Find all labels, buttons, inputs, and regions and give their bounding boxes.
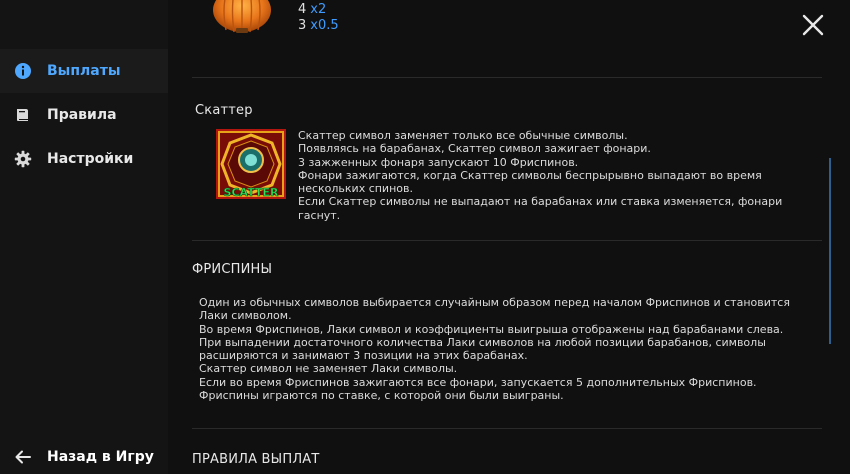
scatter-description: Скаттер символ заменяет только все обычн… (298, 129, 823, 222)
sidebar: Выплаты Правила Настройки Назад в Игру (0, 0, 168, 474)
text-line: 3 зажженных фонаря запускают 10 Фриспино… (298, 155, 579, 169)
scrollbar[interactable] (829, 158, 831, 344)
back-to-game-button[interactable]: Назад в Игру (0, 440, 168, 474)
divider (192, 77, 822, 78)
text-line: Во время Фриспинов, Лаки символ и коэффи… (199, 322, 784, 336)
scatter-symbol-image: SCATTER (216, 129, 286, 199)
scatter-title: Скаттер (195, 103, 253, 118)
divider (192, 240, 822, 241)
sidebar-item-label: Выплаты (47, 63, 121, 79)
text-line: Фонари зажигаются, когда Скаттер символы… (298, 168, 762, 196)
book-icon (14, 106, 32, 124)
gear-icon (14, 150, 32, 168)
text-line: При выпадении достаточного количества Ла… (199, 335, 766, 363)
payout-row: 4 x2 (298, 2, 326, 17)
paytable-content[interactable]: 4 x2 3 x0.5 Скаттер SCATTER Скаттер символ… (168, 0, 850, 474)
back-to-game-label: Назад в Игру (47, 449, 154, 465)
sidebar-item-rules[interactable]: Правила (0, 93, 168, 137)
payrules-title: ПРАВИЛА ВЫПЛАТ (192, 452, 320, 467)
text-line: Скаттер символ не заменяет Лаки символы. (199, 362, 458, 376)
payout-count: 4 (298, 2, 307, 17)
text-line: Скаттер символ заменяет только все обычн… (298, 129, 628, 142)
freespins-description: Один из обычных символов выбирается случ… (199, 296, 821, 402)
text-line: Если Скаттер символы не выпадают на бара… (298, 195, 783, 222)
text-line: Один из обычных символов выбирается случ… (199, 296, 790, 323)
arrow-left-icon (14, 448, 32, 466)
info-icon (14, 62, 32, 80)
sidebar-item-label: Правила (47, 107, 117, 123)
text-line: Фриспины играются по ставке, с которой о… (199, 389, 564, 403)
sidebar-header (0, 0, 168, 48)
payout-count: 3 (298, 18, 307, 33)
divider (192, 428, 822, 429)
sidebar-item-payouts[interactable]: Выплаты (0, 49, 168, 93)
lantern-symbol-image (212, 0, 272, 34)
sidebar-item-settings[interactable]: Настройки (0, 137, 168, 181)
scatter-image-text: SCATTER (224, 186, 279, 199)
sidebar-item-label: Настройки (47, 151, 134, 167)
close-icon (802, 14, 824, 36)
payout-multiplier: x0.5 (310, 18, 339, 33)
payout-row: 3 x0.5 (298, 18, 339, 33)
payout-multiplier: x2 (310, 2, 327, 17)
text-line: Появляясь на барабанах, Скаттер символ з… (298, 142, 651, 156)
text-line: Если во время Фриспинов зажигаются все ф… (199, 375, 757, 389)
freespins-title: ФРИСПИНЫ (192, 262, 273, 277)
close-button[interactable] (800, 12, 826, 38)
